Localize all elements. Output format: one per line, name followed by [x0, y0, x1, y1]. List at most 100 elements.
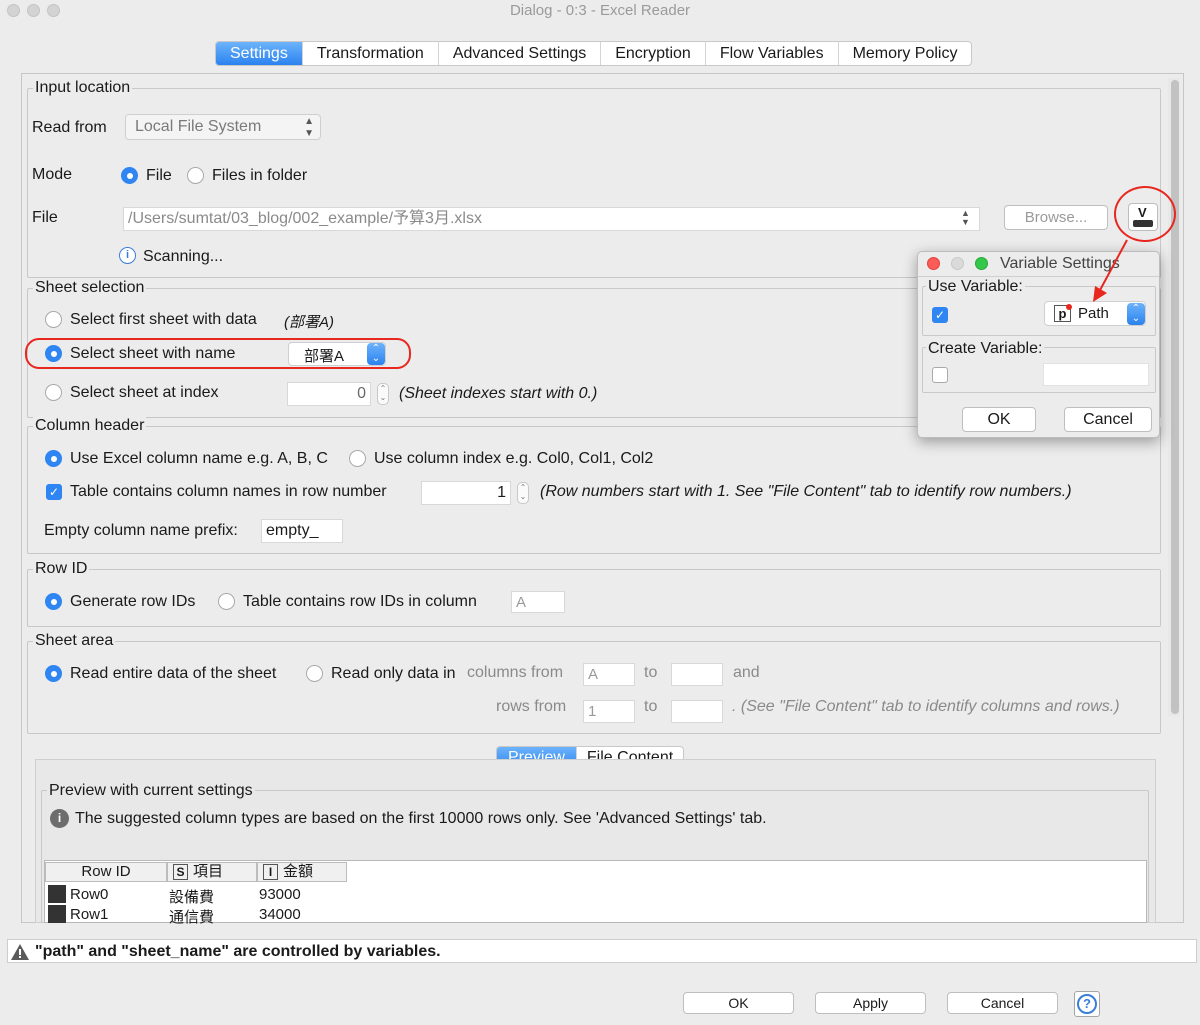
sheet-area-title: Sheet area [33, 632, 116, 650]
contains-row-ids-label: Table contains row IDs in column [243, 593, 477, 610]
column-header-row-id[interactable]: Row ID [45, 862, 167, 882]
cancel-button[interactable]: Cancel [947, 992, 1058, 1014]
file-label: File [32, 209, 58, 226]
file-path-value: /Users/sumtat/03_blog/002_example/予算3月.x… [128, 210, 482, 227]
contains-names-checkbox[interactable]: ✓ [46, 484, 62, 500]
file-path-input[interactable]: /Users/sumtat/03_blog/002_example/予算3月.x… [123, 207, 980, 231]
contains-row-ids-radio[interactable] [218, 593, 235, 610]
variable-select-value: Path [1078, 305, 1109, 322]
sheet-selection-title: Sheet selection [33, 279, 147, 297]
ok-button[interactable]: OK [683, 992, 794, 1014]
column-header-title: Column header [33, 417, 147, 435]
table-cell-item: 設備費 [169, 889, 215, 906]
tab-flow-variables[interactable]: Flow Variables [706, 42, 839, 65]
rows-to-label: to [644, 698, 658, 715]
window-title: Dialog - 0:3 - Excel Reader [509, 2, 691, 19]
create-variable-checkbox[interactable] [932, 367, 948, 383]
warning-text: "path" and "sheet_name" are controlled b… [35, 943, 441, 960]
table-cell-item: 通信費 [169, 909, 215, 926]
main-tab-bar: Settings Transformation Advanced Setting… [215, 41, 973, 66]
minimize-dialog-button[interactable] [951, 257, 964, 270]
tab-memory-policy[interactable]: Memory Policy [839, 42, 972, 65]
mode-file-radio[interactable] [121, 167, 138, 184]
contains-names-label: Table contains column names in row numbe… [70, 483, 387, 500]
prefix-input[interactable]: empty_ [261, 519, 343, 543]
read-from-value: Local File System [135, 118, 262, 135]
help-icon: ? [1077, 994, 1097, 1014]
scrollbar-thumb[interactable] [1171, 80, 1179, 714]
read-only-radio[interactable] [306, 665, 323, 682]
sheet-index-radio[interactable] [45, 384, 62, 401]
excel-column-name-label: Use Excel column name e.g. A, B, C [70, 450, 328, 467]
read-only-label: Read only data in [331, 665, 456, 682]
help-button[interactable]: ? [1074, 991, 1100, 1017]
and-label: and [733, 664, 760, 681]
first-sheet-hint: (部署A) [284, 314, 334, 331]
read-entire-label: Read entire data of the sheet [70, 665, 277, 682]
column-index-radio[interactable] [349, 450, 366, 467]
info-icon: i [50, 809, 69, 828]
sheet-area-hint: . (See "File Content" tab to identify co… [732, 698, 1120, 715]
sheet-index-label: Select sheet at index [70, 384, 219, 401]
info-icon: i [119, 247, 136, 264]
column-header-label: 項目 [193, 863, 224, 880]
preview-info-text: The suggested column types are based on … [75, 810, 767, 827]
column-header-label: Row ID [81, 863, 131, 880]
column-header-label: 金額 [283, 863, 314, 880]
sheet-name-radio[interactable] [45, 345, 62, 362]
sheet-name-chevron-icon: ⌃ ⌄ [367, 343, 385, 365]
row-from-input[interactable]: 1 [583, 700, 635, 723]
sheet-name-select[interactable]: 部署A ⌃ ⌄ [288, 342, 386, 366]
table-cell-amount: 93000 [259, 886, 301, 903]
use-variable-checkbox[interactable]: ✓ [932, 307, 948, 323]
tab-advanced-settings[interactable]: Advanced Settings [439, 42, 602, 65]
scanning-status: Scanning... [143, 248, 224, 265]
excel-column-name-radio[interactable] [45, 450, 62, 467]
row-number-input[interactable]: 1 [421, 481, 511, 505]
mode-label: Mode [32, 166, 73, 183]
dialog-ok-button[interactable]: OK [962, 407, 1036, 432]
tab-encryption[interactable]: Encryption [601, 42, 706, 65]
columns-from-label: columns from [467, 664, 564, 681]
tab-transformation[interactable]: Transformation [303, 42, 439, 65]
preview-title: Preview with current settings [47, 782, 255, 800]
mode-folder-radio[interactable] [187, 167, 204, 184]
variable-select-chevron-icon: ⌃ ⌄ [1127, 303, 1145, 325]
column-header-amount[interactable]: I 金額 [257, 862, 347, 882]
read-from-select[interactable]: Local File System ▲ ▼ [125, 114, 321, 140]
column-from-input[interactable]: A [583, 663, 635, 686]
row-marker-icon [48, 905, 66, 923]
tab-settings[interactable]: Settings [216, 42, 303, 65]
column-header-item[interactable]: S 項目 [167, 862, 257, 882]
read-entire-radio[interactable] [45, 665, 62, 682]
file-history-chevron-icon[interactable]: ▲ ▼ [961, 209, 970, 227]
string-type-icon: S [173, 864, 188, 881]
zoom-dialog-button[interactable] [975, 257, 988, 270]
first-sheet-radio[interactable] [45, 311, 62, 328]
table-cell-amount: 34000 [259, 906, 301, 923]
sheet-index-input[interactable]: 0 [287, 382, 371, 406]
apply-button[interactable]: Apply [815, 992, 926, 1014]
columns-to-label: to [644, 664, 658, 681]
rows-from-label: rows from [496, 698, 567, 715]
row-marker-icon [48, 885, 66, 903]
annotation-arrow [1093, 239, 1128, 302]
sheet-index-stepper-icon[interactable]: ⌃ ⌄ [377, 383, 389, 405]
dialog-cancel-button[interactable]: Cancel [1064, 407, 1152, 432]
read-from-label: Read from [32, 119, 107, 136]
generate-row-ids-radio[interactable] [45, 593, 62, 610]
browse-button[interactable]: Browse... [1004, 205, 1108, 230]
row-id-column-input[interactable]: A [511, 591, 565, 613]
create-variable-input[interactable] [1043, 363, 1149, 386]
first-sheet-label: Select first sheet with data [70, 311, 257, 328]
sheet-index-hint: (Sheet indexes start with 0.) [399, 385, 598, 402]
row-number-stepper-icon[interactable]: ⌃ ⌄ [517, 482, 529, 504]
use-variable-label: Use Variable: [926, 278, 1025, 296]
row-to-input[interactable] [671, 700, 723, 723]
close-dialog-button[interactable] [927, 257, 940, 270]
path-type-dot-icon [1066, 304, 1072, 310]
column-to-input[interactable] [671, 663, 723, 686]
sheet-name-value: 部署A [304, 348, 345, 365]
generate-row-ids-label: Generate row IDs [70, 593, 196, 610]
table-cell-row-id: Row0 [70, 886, 109, 903]
